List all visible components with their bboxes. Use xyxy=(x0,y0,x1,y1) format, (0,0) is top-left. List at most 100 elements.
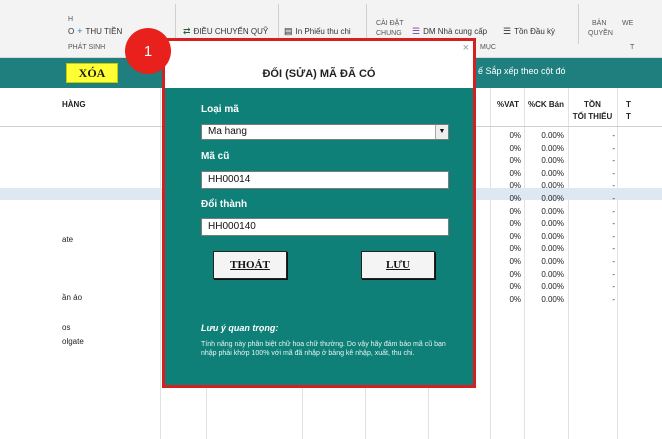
printer-icon: ▤ xyxy=(284,26,293,36)
ton-toi-thieu-cell: - xyxy=(612,269,615,279)
product-name-cell: olgate xyxy=(62,337,84,346)
dieu-chuyen-quy-button[interactable]: ⇄ ĐIỀU CHUYỂN QUỸ xyxy=(183,26,268,37)
cai-dat-label[interactable]: CÀI ĐẶT xyxy=(376,20,404,27)
ck-ban-cell: 0.00% xyxy=(541,294,564,304)
ck-ban-cell: 0.00% xyxy=(541,231,564,241)
vat-cell: 0% xyxy=(509,219,521,229)
vat-cell: 0% xyxy=(509,143,521,153)
column-header-t[interactable]: T xyxy=(626,112,631,122)
old-code-input[interactable]: HH00014 xyxy=(201,171,449,189)
in-phieu-thu-chi-label: In Phiếu thu chi xyxy=(295,27,351,36)
step-number-badge: 1 xyxy=(125,28,171,74)
ribbon-fragment-h: H xyxy=(68,16,74,23)
ton-toi-thieu-cell: - xyxy=(612,294,615,304)
quyen-label[interactable]: QUYỀN xyxy=(588,30,613,37)
phat-sinh-group-label: PHÁT SINH xyxy=(68,44,106,51)
column-header-t[interactable]: T xyxy=(626,100,631,110)
ck-ban-cell: 0.00% xyxy=(541,219,564,229)
dm-nha-cung-cap-label: DM Nhà cung cấp xyxy=(423,27,488,36)
exit-button[interactable]: THOÁT xyxy=(213,251,287,279)
ton-toi-thieu-cell: - xyxy=(612,194,615,203)
we-fragment: WE xyxy=(622,20,634,27)
muc-group-label: MỤC xyxy=(480,44,496,51)
ck-ban-cell: 0.00% xyxy=(541,244,564,254)
sort-hint-text: ế Sắp xếp theo cột đó xyxy=(478,66,566,76)
ton-dau-ky-label: Tồn Đầu kỳ xyxy=(514,27,555,36)
vat-cell: 0% xyxy=(509,131,521,140)
column-header-vat[interactable]: %VAT xyxy=(492,100,524,110)
dieu-chuyen-quy-label: ĐIỀU CHUYỂN QUỸ xyxy=(193,27,269,36)
transfer-icon: ⇄ xyxy=(183,26,191,36)
ton-toi-thieu-cell: - xyxy=(612,168,615,178)
close-icon[interactable]: × xyxy=(463,42,469,54)
product-name-cell: os xyxy=(62,323,71,332)
product-name-cell: ate xyxy=(62,235,74,244)
dialog-body: Loại mã Ma hang ▼ Mã cũ HH00014 Đổi thàn… xyxy=(165,88,473,385)
ck-ban-cell: 0.00% xyxy=(541,143,564,153)
ck-ban-cell: 0.00% xyxy=(541,194,564,203)
save-button[interactable]: LƯU xyxy=(361,251,435,279)
thu-tien-label: THU TIỀN xyxy=(85,26,123,36)
list-icon: ☰ xyxy=(503,26,512,36)
ton-toi-thieu-cell: - xyxy=(612,181,615,191)
edit-code-dialog: × ĐỔI (SỬA) MÃ ĐÃ CÓ Loại mã Ma hang ▼ M… xyxy=(162,38,476,388)
chung-label[interactable]: CHUNG xyxy=(376,30,402,37)
column-divider xyxy=(160,88,161,439)
vat-cell: 0% xyxy=(509,257,521,266)
chevron-down-icon[interactable]: ▼ xyxy=(435,125,448,139)
vat-cell: 0% xyxy=(509,244,521,254)
plus-icon: + xyxy=(77,26,83,36)
ck-ban-cell: 0.00% xyxy=(541,156,564,166)
old-code-label: Mã cũ xyxy=(201,151,230,162)
vat-cell: 0% xyxy=(509,294,521,304)
ck-ban-cell: 0.00% xyxy=(541,168,564,178)
new-code-label: Đổi thành xyxy=(201,199,248,210)
thu-tien-button[interactable]: O + THU TIỀN xyxy=(68,26,122,36)
ton-toi-thieu-cell: - xyxy=(612,206,615,216)
ck-ban-cell: 0.00% xyxy=(541,257,564,266)
ton-dau-ky-button[interactable]: ☰ Tồn Đầu kỳ xyxy=(503,26,555,37)
vat-cell: 0% xyxy=(509,194,521,203)
in-phieu-thu-chi-button[interactable]: ▤ In Phiếu thu chi xyxy=(284,26,351,37)
ribbon-fragment-o: O xyxy=(68,26,75,36)
vat-cell: 0% xyxy=(509,206,521,216)
note-title: Lưu ý quan trọng: xyxy=(201,323,279,333)
ck-ban-cell: 0.00% xyxy=(541,282,564,292)
ck-ban-cell: 0.00% xyxy=(541,131,564,140)
product-name-cell: ần áo xyxy=(62,293,83,302)
ton-toi-thieu-cell: - xyxy=(612,219,615,229)
delete-button[interactable]: XÓA xyxy=(66,63,118,83)
new-code-input[interactable]: HH000140 xyxy=(201,218,449,236)
ton-toi-thieu-cell: - xyxy=(612,143,615,153)
note-text: Tính năng này phân biệt chữ hoa chữ thườ… xyxy=(201,341,446,357)
ck-ban-cell: 0.00% xyxy=(541,206,564,216)
vat-cell: 0% xyxy=(509,231,521,241)
ribbon-right-fragment: T xyxy=(630,44,635,51)
vat-cell: 0% xyxy=(509,181,521,191)
column-divider xyxy=(617,88,618,439)
code-type-label: Loại mã xyxy=(201,104,239,115)
column-header-ton-line2[interactable]: TỐI THIỂU xyxy=(568,112,617,122)
vat-cell: 0% xyxy=(509,269,521,279)
vat-cell: 0% xyxy=(509,168,521,178)
ton-toi-thieu-cell: - xyxy=(612,131,615,140)
code-type-select[interactable]: Ma hang ▼ xyxy=(201,124,449,140)
column-divider xyxy=(490,88,491,439)
vat-cell: 0% xyxy=(509,282,521,292)
code-type-value: Ma hang xyxy=(208,126,247,137)
ton-toi-thieu-cell: - xyxy=(612,244,615,254)
column-header-hang[interactable]: HÀNG xyxy=(62,100,86,110)
dm-nha-cung-cap-button[interactable]: ☰ DM Nhà cung cấp xyxy=(412,26,487,37)
column-header-ck-ban[interactable]: %CK Bán xyxy=(524,100,568,110)
ton-toi-thieu-cell: - xyxy=(612,282,615,292)
dialog-title: ĐỔI (SỬA) MÃ ĐÃ CÓ xyxy=(262,68,376,80)
list-icon: ☰ xyxy=(412,26,421,36)
ton-toi-thieu-cell: - xyxy=(612,156,615,166)
ck-ban-cell: 0.00% xyxy=(541,181,564,191)
column-header-ton-line1[interactable]: TỒN xyxy=(568,100,617,110)
ban-label[interactable]: BẢN xyxy=(592,20,606,27)
ck-ban-cell: 0.00% xyxy=(541,269,564,279)
ribbon-separator xyxy=(578,4,579,44)
ton-toi-thieu-cell: - xyxy=(612,231,615,241)
app-window: H O + THU TIỀN PHÁT SINH ⇄ ĐIỀU CHUYỂN Q… xyxy=(0,0,662,439)
